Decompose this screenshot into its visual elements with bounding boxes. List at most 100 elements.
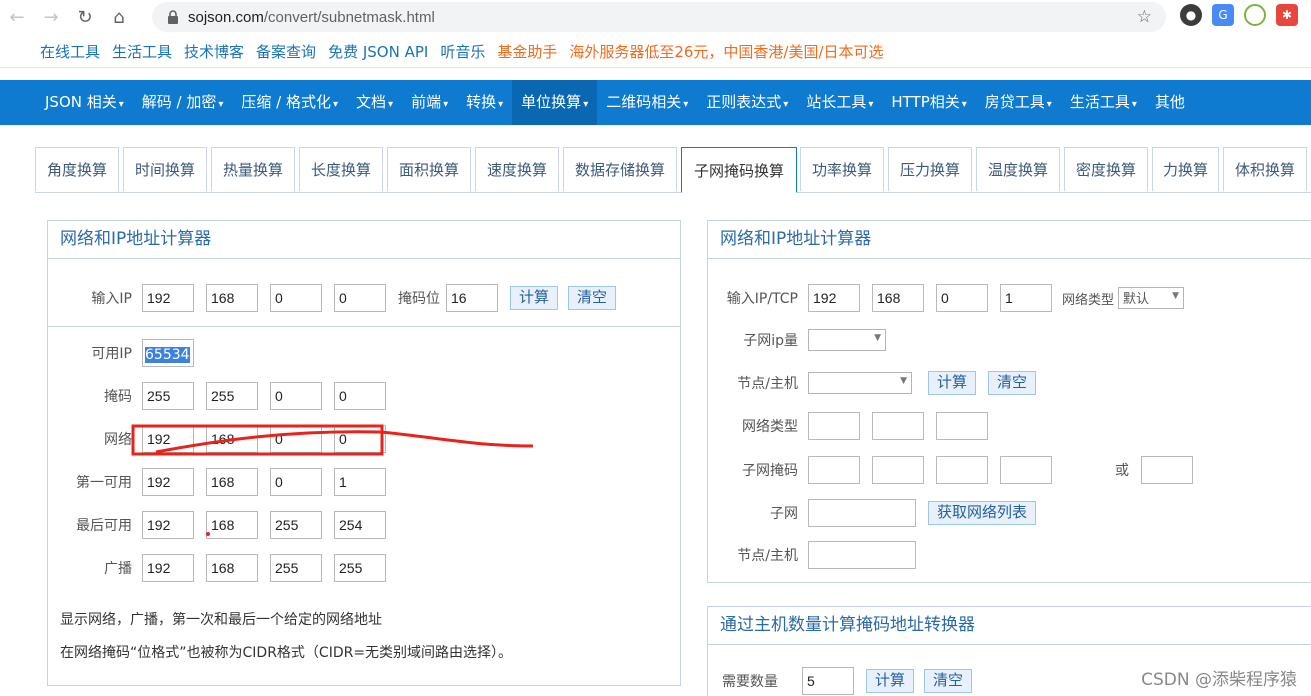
subnet-mask-octet-4[interactable] <box>1000 456 1052 484</box>
net-type-field-3[interactable] <box>936 412 988 440</box>
broadcast-octet-1[interactable] <box>142 554 194 582</box>
link-json-api[interactable]: 免费 JSON API <box>328 41 428 62</box>
first-octet-2[interactable] <box>206 468 258 496</box>
subnet-mask-bits[interactable] <box>1141 456 1193 484</box>
link-icp-query[interactable]: 备案查询 <box>256 41 316 62</box>
apple-icon[interactable] <box>1244 4 1266 26</box>
tab-speed[interactable]: 速度换算 <box>475 147 559 191</box>
tcp-octet-4[interactable] <box>1000 284 1052 312</box>
link-server-ad[interactable]: 海外服务器低至26元，中国香港/美国/日本可选 <box>569 41 883 62</box>
calculate-button[interactable]: 计算 <box>866 669 915 693</box>
ip-octet-4-input[interactable] <box>334 284 386 312</box>
tab-time[interactable]: 时间换算 <box>123 147 207 191</box>
mask-octet-4[interactable] <box>334 382 386 410</box>
first-octet-3[interactable] <box>270 468 322 496</box>
tcp-octet-1[interactable] <box>808 284 860 312</box>
broadcast-octet-2[interactable] <box>206 554 258 582</box>
nav-qrcode[interactable]: 二维码相关 ▾ <box>597 80 697 125</box>
tab-subnet[interactable]: 子网掩码换算 <box>681 147 797 193</box>
tcp-octet-2[interactable] <box>872 284 924 312</box>
nav-frontend[interactable]: 前端 ▾ <box>402 80 457 125</box>
nav-other[interactable]: 其他 <box>1146 80 1194 125</box>
mask-octet-3[interactable] <box>270 382 322 410</box>
tab-temperature[interactable]: 温度换算 <box>976 147 1060 191</box>
ip-octet-2-input[interactable] <box>206 284 258 312</box>
reload-icon[interactable]: ↻ <box>68 0 102 34</box>
tab-storage[interactable]: 数据存储换算 <box>563 147 677 191</box>
tab-volume[interactable]: 体积换算 <box>1223 147 1307 191</box>
extension-icon-red[interactable]: ✱ <box>1276 4 1298 26</box>
clear-button[interactable]: 清空 <box>568 286 617 310</box>
subnet-row: 子网 获取网络列表 <box>708 499 1037 527</box>
link-life-tools[interactable]: 生活工具 <box>112 41 172 62</box>
subnet-mask-octet-1[interactable] <box>808 456 860 484</box>
ip-octet-1-input[interactable] <box>142 284 194 312</box>
tab-pressure[interactable]: 压力换算 <box>888 147 972 191</box>
tab-power[interactable]: 功率换算 <box>800 147 884 191</box>
nav-http[interactable]: HTTP相关 ▾ <box>882 80 975 125</box>
net-type-field-2[interactable] <box>872 412 924 440</box>
link-music[interactable]: 听音乐 <box>440 41 485 62</box>
net-type-select[interactable]: 默认 ▼ <box>1118 287 1185 309</box>
subnet-input[interactable] <box>808 499 916 527</box>
network-octet-4[interactable] <box>334 425 386 453</box>
last-octet-1[interactable] <box>142 511 194 539</box>
nav-mortgage[interactable]: 房贷工具 ▾ <box>976 80 1061 125</box>
last-octet-2[interactable] <box>206 511 258 539</box>
tab-area[interactable]: 面积换算 <box>387 147 471 191</box>
first-octet-4[interactable] <box>334 468 386 496</box>
extension-icon[interactable]: ● <box>1180 4 1202 26</box>
get-network-list-button[interactable]: 获取网络列表 <box>928 501 1037 525</box>
tab-heat[interactable]: 热量换算 <box>211 147 295 191</box>
broadcast-octet-4[interactable] <box>334 554 386 582</box>
network-octet-2[interactable] <box>206 425 258 453</box>
last-octet-4[interactable] <box>334 511 386 539</box>
nav-convert[interactable]: 转换 ▾ <box>457 80 512 125</box>
tab-angle[interactable]: 角度换算 <box>35 147 119 191</box>
mask-octet-1[interactable] <box>142 382 194 410</box>
broadcast-octet-3[interactable] <box>270 554 322 582</box>
forward-icon[interactable]: → <box>34 0 68 34</box>
bookmark-star-icon[interactable]: ☆ <box>1137 7 1152 27</box>
net-type-field-1[interactable] <box>808 412 860 440</box>
nav-webmaster[interactable]: 站长工具 ▾ <box>797 80 882 125</box>
nav-regex[interactable]: 正则表达式 ▾ <box>697 80 797 125</box>
nav-life[interactable]: 生活工具 ▾ <box>1061 80 1146 125</box>
usable-ip-output[interactable]: 65534 <box>142 339 194 367</box>
first-octet-1[interactable] <box>142 468 194 496</box>
subnet-mask-octet-3[interactable] <box>936 456 988 484</box>
need-count-input[interactable] <box>802 667 854 695</box>
last-octet-3[interactable] <box>270 511 322 539</box>
tcp-octet-3[interactable] <box>936 284 988 312</box>
subnet-mask-octet-2[interactable] <box>872 456 924 484</box>
mask-bits-input[interactable] <box>446 284 498 312</box>
clear-button[interactable]: 清空 <box>988 371 1037 395</box>
network-octet-3[interactable] <box>270 425 322 453</box>
nav-compress[interactable]: 压缩 / 格式化 ▾ <box>232 80 347 125</box>
clear-button[interactable]: 清空 <box>924 669 973 693</box>
nav-unit-convert[interactable]: 单位换算 ▾ <box>512 80 598 125</box>
translate-icon[interactable]: G <box>1212 4 1234 26</box>
link-fund[interactable]: 基金助手 <box>497 41 557 62</box>
nav-decode[interactable]: 解码 / 加密 ▾ <box>133 80 233 125</box>
tab-force[interactable]: 力换算 <box>1152 147 1219 191</box>
calculate-button[interactable]: 计算 <box>928 371 977 395</box>
nav-json[interactable]: JSON 相关 ▾ <box>36 80 133 125</box>
address-bar[interactable]: sojson.com/convert/subnetmask.html ☆ <box>152 2 1166 32</box>
back-icon[interactable]: ← <box>0 0 34 34</box>
link-tech-blog[interactable]: 技术博客 <box>184 41 244 62</box>
link-online-tools[interactable]: 在线工具 <box>40 41 100 62</box>
tab-density[interactable]: 密度换算 <box>1064 147 1148 191</box>
ip-octet-3-input[interactable] <box>270 284 322 312</box>
subnet-count-select[interactable]: ▼ <box>808 329 886 351</box>
nav-docs[interactable]: 文档 ▾ <box>347 80 402 125</box>
network-octet-1[interactable] <box>142 425 194 453</box>
mask-octet-2[interactable] <box>206 382 258 410</box>
tab-length[interactable]: 长度换算 <box>299 147 383 191</box>
subnet-mask-row: 子网掩码 或 <box>708 456 1193 484</box>
home-icon[interactable]: ⌂ <box>102 0 136 34</box>
calculate-button[interactable]: 计算 <box>510 286 559 310</box>
node-host-select[interactable]: ▼ <box>808 372 912 394</box>
caret-down-icon: ▾ <box>1131 99 1137 110</box>
node-host2-input[interactable] <box>808 541 916 569</box>
